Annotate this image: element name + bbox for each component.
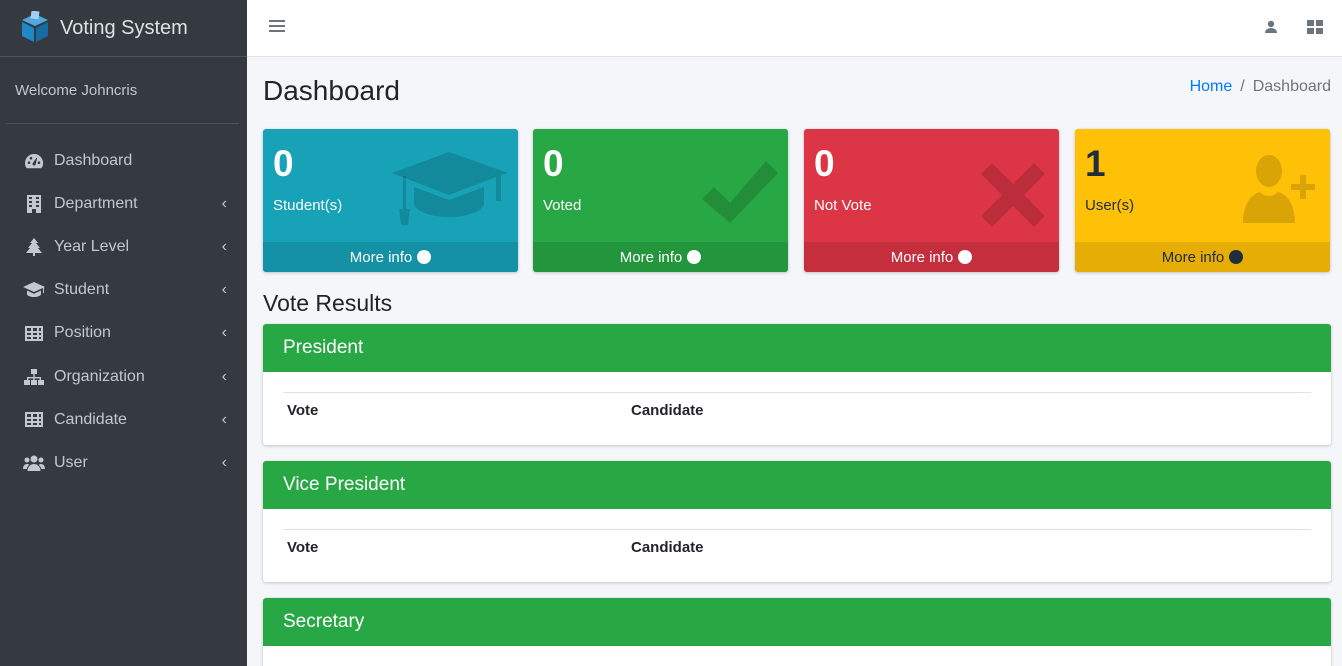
main-sidebar: Voting System Welcome Johncris Dashboard… [0, 0, 247, 666]
arrow-circle-right-icon [687, 250, 702, 264]
more-info-label: More info [619, 248, 683, 266]
sitemap-icon [23, 368, 45, 386]
graduation-cap-icon [392, 152, 508, 225]
vote-column-header: Vote [287, 401, 319, 419]
breadcrumb-home-link[interactable]: Home [1190, 78, 1233, 95]
more-info-link[interactable]: More info [263, 242, 518, 272]
sidebar-item-label: Student [54, 281, 110, 299]
tachometer-icon [23, 152, 45, 170]
brand-link[interactable]: Voting System [0, 0, 247, 57]
users-icon [23, 454, 45, 472]
breadcrumb-separator: / [1240, 78, 1245, 95]
check-icon [702, 161, 778, 223]
more-info-label: More info [1161, 248, 1225, 266]
sidebar-item-organization[interactable]: Organization ‹ [0, 355, 247, 398]
chevron-left-icon: ‹ [221, 410, 227, 428]
stat-value: 0 [814, 143, 835, 184]
stat-value: 0 [543, 143, 564, 184]
stat-label: Student(s) [273, 197, 343, 214]
card-title: Secretary [263, 598, 1331, 646]
card-title: Vice President [263, 461, 1331, 509]
chevron-left-icon: ‹ [221, 367, 227, 385]
not-vote-stat-box: 0 Not Vote More info [804, 129, 1059, 272]
sidebar-item-label: Position [54, 324, 111, 342]
sidebar-item-label: Candidate [54, 410, 127, 428]
welcome-text: Welcome Johncris [15, 81, 138, 99]
voted-stat-box: 0 Voted More info [533, 129, 788, 272]
students-stat-box: 0 Student(s) More info [263, 129, 518, 272]
table-icon [23, 324, 45, 342]
sidebar-item-label: Year Level [54, 237, 130, 255]
stat-label: Not Vote [814, 197, 872, 214]
arrow-circle-right-icon [958, 250, 973, 264]
sidebar-item-label: Department [54, 194, 138, 212]
vote-column-header: Vote [287, 538, 319, 556]
candidate-column-header: Candidate [631, 401, 704, 419]
card-body: Vote Candidate [263, 509, 1331, 582]
card-title: President [263, 324, 1331, 372]
breadcrumb: Home / Dashboard [1190, 78, 1331, 96]
graduation-cap-icon [23, 281, 45, 299]
chevron-left-icon: ‹ [221, 453, 227, 471]
stat-value: 1 [1085, 143, 1106, 184]
user-plus-icon [1243, 155, 1315, 223]
stat-label: Voted [543, 197, 582, 214]
more-info-link[interactable]: More info [533, 242, 788, 272]
user-panel: Welcome Johncris [6, 57, 239, 124]
table-icon [23, 411, 45, 429]
results-table-header: Vote Candidate [283, 529, 1311, 564]
president-results-card: President Vote Candidate [263, 324, 1331, 445]
tree-icon [23, 237, 45, 256]
building-icon [23, 194, 45, 213]
hamburger-icon[interactable] [269, 20, 285, 34]
card-body: Vote Candidate [263, 372, 1331, 445]
sidebar-item-user[interactable]: User ‹ [0, 441, 247, 484]
sidebar-item-label: Organization [54, 367, 145, 385]
secretary-results-card: Secretary [263, 598, 1331, 666]
times-icon [981, 163, 1045, 227]
arrow-circle-right-icon [1229, 250, 1244, 264]
chevron-left-icon: ‹ [221, 324, 227, 342]
more-info-label: More info [890, 248, 954, 266]
sidebar-item-dashboard[interactable]: Dashboard [0, 139, 247, 182]
sidebar-item-label: User [54, 453, 88, 471]
user-icon[interactable] [1264, 20, 1278, 34]
sidebar-item-candidate[interactable]: Candidate ‹ [0, 398, 247, 441]
users-stat-box: 1 User(s) More info [1075, 129, 1330, 272]
sidebar-item-department[interactable]: Department ‹ [0, 182, 247, 225]
chevron-left-icon: ‹ [221, 194, 227, 212]
grid-icon[interactable] [1307, 20, 1323, 34]
vice-president-results-card: Vice President Vote Candidate [263, 461, 1331, 582]
sidebar-item-student[interactable]: Student ‹ [0, 269, 247, 312]
stat-boxes: 0 Student(s) More info 0 Voted More info [263, 129, 1331, 272]
stat-value: 0 [273, 143, 294, 184]
ballot-box-icon [22, 11, 48, 42]
sidebar-item-position[interactable]: Position ‹ [0, 312, 247, 355]
top-navbar [247, 0, 1342, 57]
chevron-left-icon: ‹ [221, 281, 227, 299]
arrow-circle-right-icon [417, 250, 432, 264]
brand-title: Voting System [60, 16, 188, 39]
sidebar-nav: Dashboard Department ‹ Year Level ‹ Stud… [0, 124, 247, 485]
more-info-link[interactable]: More info [804, 242, 1059, 272]
chevron-left-icon: ‹ [221, 237, 227, 255]
candidate-column-header: Candidate [631, 538, 704, 556]
page-title: Dashboard [263, 75, 400, 106]
more-info-link[interactable]: More info [1075, 242, 1330, 272]
breadcrumb-current: Dashboard [1252, 78, 1331, 95]
results-table-header: Vote Candidate [283, 392, 1311, 427]
sidebar-item-label: Dashboard [54, 151, 133, 169]
sidebar-item-year-level[interactable]: Year Level ‹ [0, 225, 247, 268]
vote-results-title: Vote Results [263, 290, 393, 316]
stat-label: User(s) [1085, 197, 1135, 214]
more-info-label: More info [349, 248, 413, 266]
